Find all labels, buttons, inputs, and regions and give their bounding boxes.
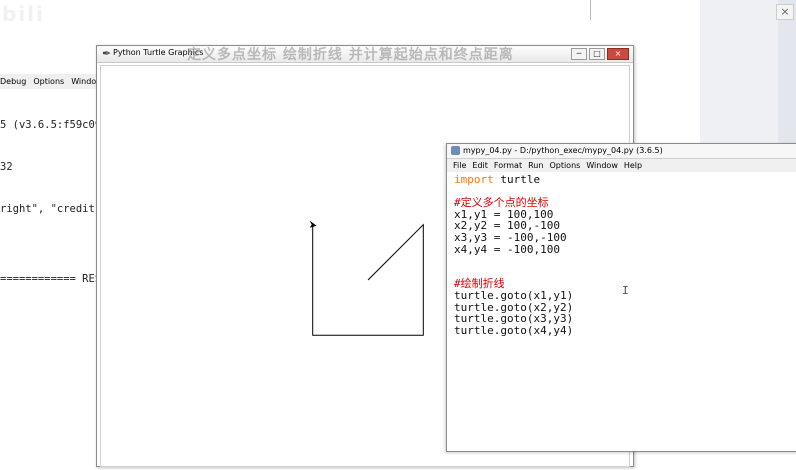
text-cursor-icon: I: [622, 284, 629, 297]
code-line: turtle.goto(x1,y1): [454, 288, 574, 302]
editor-titlebar[interactable]: mypy_04.py - D:/python_exec/mypy_04.py (…: [447, 144, 796, 159]
python-file-icon: [451, 146, 460, 155]
menu-edit[interactable]: Edit: [472, 161, 488, 170]
feather-icon: ✒: [102, 47, 112, 60]
code-text: turtle: [493, 173, 541, 186]
close-button[interactable]: ×: [607, 48, 629, 60]
menu-help[interactable]: Help: [624, 161, 642, 170]
menu-window[interactable]: Window: [586, 161, 618, 170]
editor-title: mypy_04.py - D:/python_exec/mypy_04.py (…: [463, 146, 663, 155]
python-shell-window[interactable]: DebugOptionsWindowH 5 (v3.6.5:f59c09 32 …: [0, 74, 116, 450]
maximize-button[interactable]: □: [589, 48, 605, 60]
minimize-button[interactable]: ─: [571, 48, 587, 60]
shell-menubar: DebugOptionsWindowH: [0, 74, 116, 89]
menu-format[interactable]: Format: [494, 161, 522, 170]
logo-watermark: bili: [2, 2, 45, 26]
turtle-cursor-icon: [309, 220, 317, 228]
video-caption: 定义多点坐标 绘制折线 并计算起始点和终点距离: [187, 47, 514, 63]
editor-menubar: File Edit Format Run Options Window Help: [447, 159, 796, 172]
code-line: x4,y4 = -100,100: [454, 242, 560, 256]
code-line: turtle.goto(x4,y4): [454, 323, 574, 337]
menu-run[interactable]: Run: [528, 161, 543, 170]
editor-window[interactable]: mypy_04.py - D:/python_exec/mypy_04.py (…: [446, 143, 796, 452]
turtle-titlebar[interactable]: ✒ Python Turtle Graphics 定义多点坐标 绘制折线 并计算…: [97, 46, 633, 63]
window-edge: [590, 0, 603, 20]
menu-debug[interactable]: Debug: [0, 77, 26, 86]
code-line: import turtle: [454, 174, 573, 186]
window-controls: ─ □ ×: [571, 48, 629, 60]
menu-options[interactable]: Options: [549, 161, 580, 170]
code-line: x3,y3 = -100,-100: [454, 230, 567, 244]
turtle-path-line: [312, 223, 424, 336]
menu-options[interactable]: Options: [33, 77, 64, 86]
close-icon[interactable]: ×: [776, 4, 794, 20]
menu-file[interactable]: File: [453, 161, 466, 170]
code-area[interactable]: import turtle #定义多个点的坐标 x1,y1 = 100,100 …: [454, 174, 573, 336]
code-line: turtle.goto(x3,y3): [454, 312, 574, 326]
